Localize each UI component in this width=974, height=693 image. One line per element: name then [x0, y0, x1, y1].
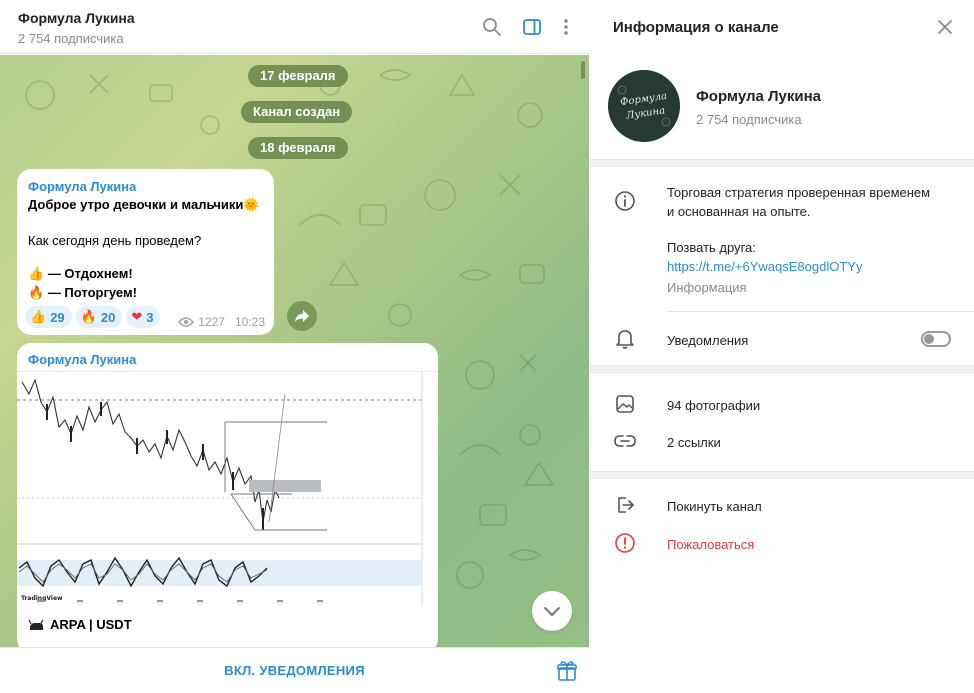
chat-header[interactable]: Формула Лукина 2 754 подписчика: [0, 0, 589, 54]
reaction-thumbs-up[interactable]: 👍 29: [25, 306, 72, 328]
info-icon: [614, 190, 636, 212]
reaction-count: 29: [50, 309, 65, 325]
message-meta: 1227 10:23: [178, 315, 265, 329]
section-divider: [590, 365, 974, 373]
message-text-line: Как сегодня день проведем?: [28, 233, 202, 248]
toggle-knob: [924, 334, 934, 344]
date-pill: 17 февраля: [248, 65, 348, 87]
chart-image[interactable]: TradingView: [17, 371, 438, 606]
chart-caption: ARPA | USDT: [28, 617, 132, 632]
reaction-fire[interactable]: 🔥 20: [75, 306, 123, 328]
chat-messages-area[interactable]: 17 февраля Канал создан 18 февраля Форму…: [0, 55, 589, 647]
side-panel-icon[interactable]: [520, 15, 544, 39]
reaction-heart[interactable]: ❤ 3: [126, 306, 161, 328]
enable-notifications-button[interactable]: ВКЛ. УВЕДОМЛЕНИЯ: [0, 648, 589, 693]
leave-icon: [614, 494, 636, 516]
reaction-count: 20: [100, 309, 116, 325]
message-author[interactable]: Формула Лукина: [28, 352, 136, 367]
tradingview-watermark: TradingView: [21, 595, 63, 602]
reaction-emoji: ❤: [131, 309, 143, 324]
gift-icon[interactable]: [556, 660, 578, 682]
channel-created-pill: Канал создан: [241, 101, 353, 123]
invite-sublabel: Информация: [667, 280, 747, 295]
report-button[interactable]: Пожаловаться: [667, 537, 754, 552]
view-count: 1227: [198, 315, 225, 329]
description-line: и основанная на опыте.: [667, 204, 811, 219]
links-item[interactable]: 2 ссылки: [667, 435, 721, 450]
channel-name: Формула Лукина: [696, 88, 822, 105]
channel-description: Торговая стратегия проверенная временем …: [667, 183, 930, 221]
invite-link[interactable]: https://t.me/+6YwaqsE8ogdlOTYy: [667, 259, 862, 274]
trading-chart-picture: TradingView: [17, 372, 423, 606]
info-title: Информация о канале: [613, 19, 779, 36]
message-author[interactable]: Формула Лукина: [28, 179, 136, 194]
sun-emoji-icon: 🌞: [243, 197, 260, 212]
date-pill: 18 февраля: [248, 137, 348, 159]
chat-footer: ВКЛ. УВЕДОМЛЕНИЯ: [0, 647, 589, 693]
bell-icon: [614, 328, 636, 350]
link-icon: [614, 430, 636, 452]
channel-subscribers: 2 754 подписчика: [696, 112, 802, 127]
search-icon[interactable]: [480, 15, 504, 39]
report-icon: [614, 532, 636, 554]
message-bubble[interactable]: Формула Лукина TradingView ARPA | USDT: [17, 343, 438, 647]
notifications-label: Уведомления: [667, 333, 749, 348]
chat-column: Формула Лукина 2 754 подписчика 17 февра…: [0, 0, 589, 693]
chat-title[interactable]: Формула Лукина: [18, 10, 135, 26]
photos-item[interactable]: 94 фотографии: [667, 398, 760, 413]
message-text-line: 🔥 — Поторгуем!: [28, 285, 137, 300]
scrollbar-thumb[interactable]: [581, 61, 585, 79]
reaction-count: 3: [146, 309, 154, 325]
thumbs-up-emoji-icon: 👍: [28, 266, 45, 281]
avatar[interactable]: Формула Лукина: [608, 70, 680, 142]
close-icon[interactable]: [936, 18, 954, 36]
message-bubble[interactable]: Формула Лукина Доброе утро девочки и мал…: [17, 169, 274, 335]
fire-emoji-icon: 🔥: [28, 285, 45, 300]
message-text-line: Доброе утро девочки и мальчики🌞: [28, 197, 260, 212]
section-divider: [590, 471, 974, 479]
message-text-line: 👍 — Отдохнем!: [28, 266, 133, 281]
message-time: 10:23: [234, 315, 265, 329]
share-icon[interactable]: [287, 301, 317, 331]
row-divider: [667, 311, 974, 312]
section-divider: [590, 159, 974, 167]
leave-channel-button[interactable]: Покинуть канал: [667, 499, 762, 514]
bull-emoji-icon: [28, 619, 44, 630]
reactions-bar: 👍 29 🔥 20 ❤ 3: [25, 306, 161, 328]
reaction-emoji: 🔥: [80, 309, 97, 324]
reaction-emoji: 👍: [30, 309, 47, 324]
image-icon: [614, 393, 636, 415]
chevron-down-icon[interactable]: [532, 591, 572, 631]
eye-icon: [178, 317, 195, 327]
invite-label: Позвать друга:: [667, 240, 756, 255]
notifications-toggle[interactable]: [921, 331, 951, 347]
caption-text: ARPA | USDT: [50, 617, 132, 632]
chat-subscribers: 2 754 подписчика: [18, 31, 124, 46]
description-line: Торговая стратегия проверенная временем: [667, 185, 931, 200]
info-header: Информация о канале: [590, 0, 974, 54]
channel-info-panel: Информация о канале Формула Лукина Форму…: [590, 0, 974, 693]
avatar-logo: Формула Лукина: [608, 70, 680, 142]
more-vertical-icon[interactable]: [554, 15, 578, 39]
